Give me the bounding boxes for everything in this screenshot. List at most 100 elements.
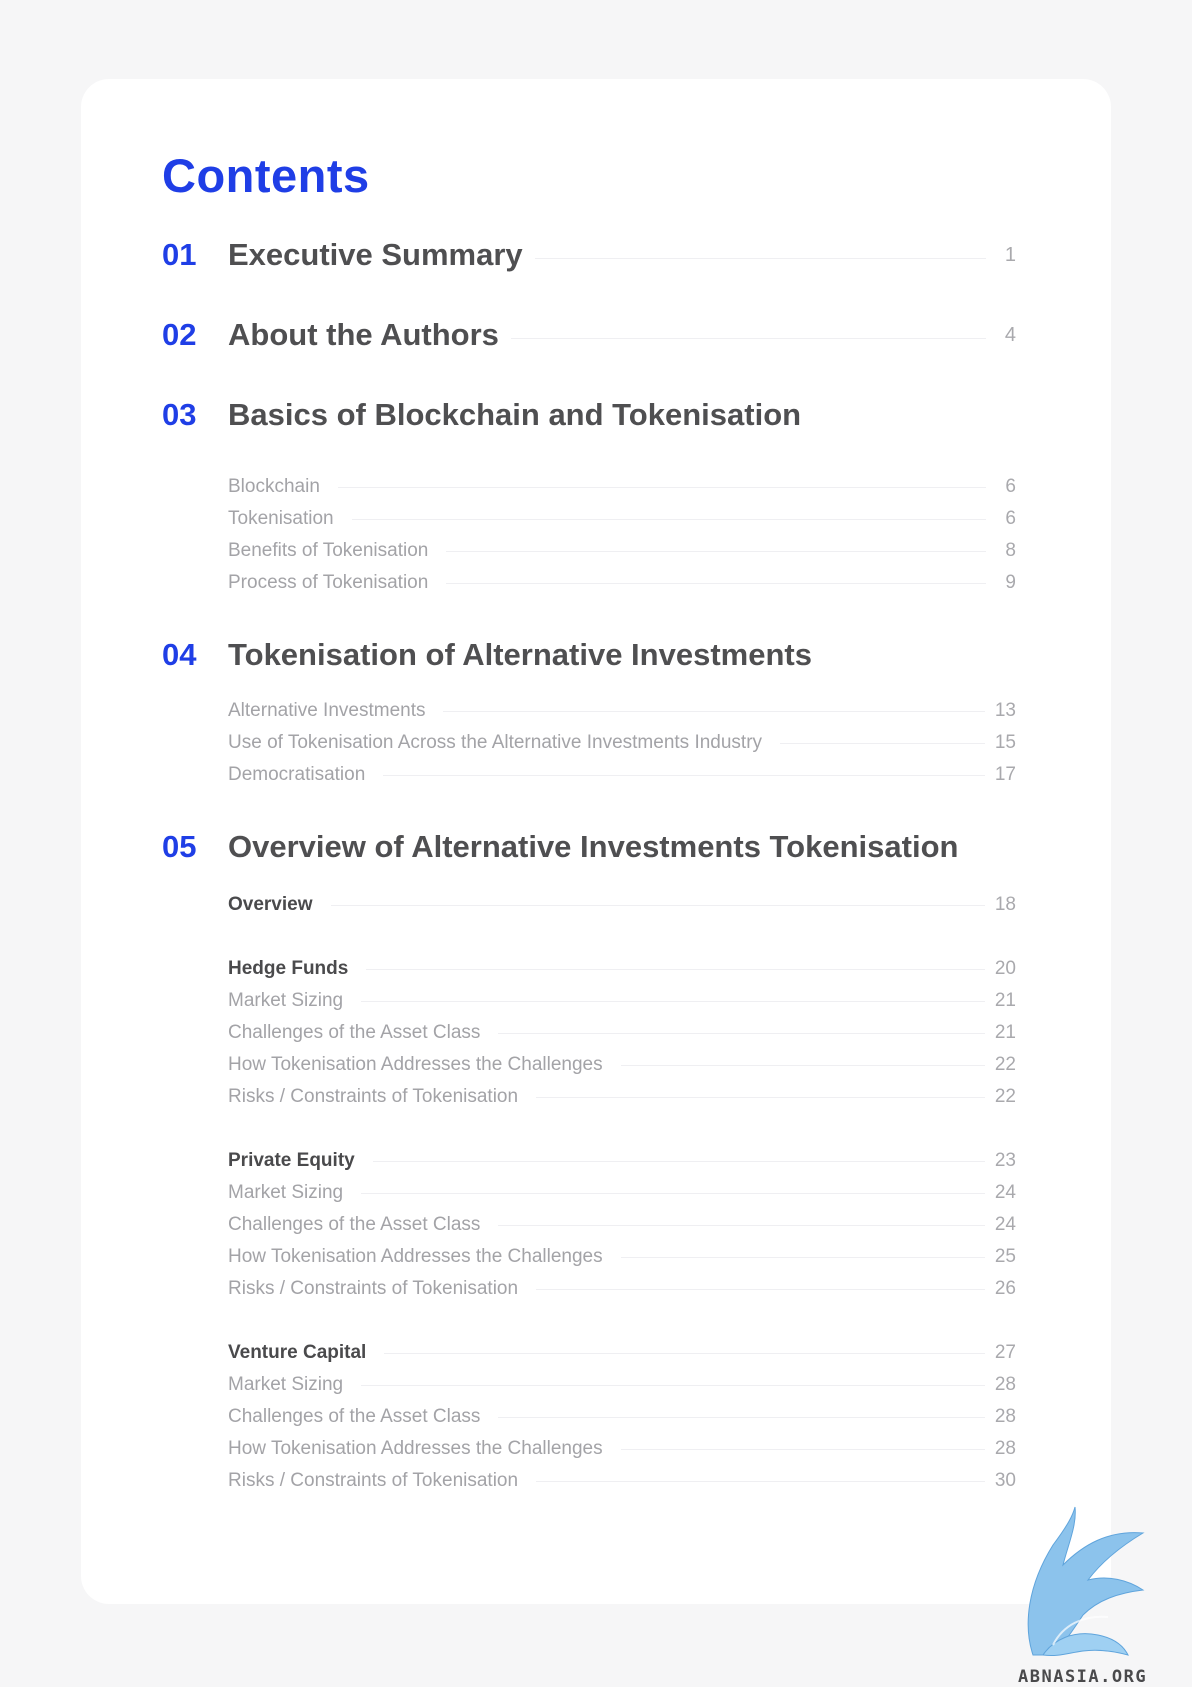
page-number: 24 (994, 1214, 1016, 1235)
toc-item[interactable]: Risks / Constraints of Tokenisation 22 (228, 1085, 1016, 1109)
toc-item-label: Process of Tokenisation (228, 572, 429, 593)
toc-item[interactable]: Market Sizing 28 (228, 1373, 1016, 1397)
toc-section-about-the-authors[interactable]: About the Authors 4 (228, 315, 1016, 355)
page-number: 8 (1005, 540, 1016, 561)
page-number: 13 (994, 700, 1016, 721)
section-number-03: 03 (162, 397, 197, 432)
toc-group-label: Venture Capital (228, 1342, 367, 1363)
toc-item-label: Democratisation (228, 764, 366, 785)
dotted-leader (536, 1288, 985, 1290)
page-number: 17 (994, 764, 1016, 785)
toc-group-heading[interactable]: Hedge Funds 20 (228, 957, 1016, 981)
dotted-leader (361, 1000, 985, 1002)
dotted-leader (620, 1256, 985, 1258)
toc-item-label: Benefits of Tokenisation (228, 540, 429, 561)
toc-group-heading[interactable]: Overview 18 (228, 893, 1016, 917)
toc-item[interactable]: Process of Tokenisation 9 (228, 571, 1016, 595)
toc-item[interactable]: Challenges of the Asset Class 28 (228, 1405, 1016, 1429)
section-title: About the Authors (228, 317, 499, 352)
toc-item[interactable]: Risks / Constraints of Tokenisation 30 (228, 1469, 1016, 1493)
page-number: 6 (1005, 476, 1016, 497)
page-number: 28 (994, 1374, 1016, 1395)
toc-section-overview-alt-investments[interactable]: Overview of Alternative Investments Toke… (228, 827, 1016, 867)
dotted-leader (366, 968, 985, 970)
toc-group-heading[interactable]: Private Equity 23 (228, 1149, 1016, 1173)
section-title: Tokenisation of Alternative Investments (228, 637, 812, 672)
toc-item-label: Market Sizing (228, 1374, 344, 1395)
section-number-05: 05 (162, 829, 197, 864)
toc-section-basics[interactable]: Basics of Blockchain and Tokenisation (228, 395, 1016, 435)
section-title: Basics of Blockchain and Tokenisation (228, 397, 802, 432)
toc-item[interactable]: Blockchain 6 (228, 475, 1016, 499)
toc-item-label: Use of Tokenisation Across the Alternati… (228, 732, 763, 753)
toc-item-label: How Tokenisation Addresses the Challenge… (228, 1438, 603, 1459)
page-number: 21 (994, 990, 1016, 1011)
page-number: 20 (994, 958, 1016, 979)
dotted-leader (498, 1032, 985, 1034)
toc-item[interactable]: How Tokenisation Addresses the Challenge… (228, 1437, 1016, 1461)
page-number: 6 (1005, 508, 1016, 529)
toc-section-executive-summary[interactable]: Executive Summary 1 (228, 235, 1016, 275)
toc-item-label: Risks / Constraints of Tokenisation (228, 1278, 519, 1299)
dotted-leader (446, 582, 986, 584)
toc-item[interactable]: Market Sizing 21 (228, 989, 1016, 1013)
dotted-leader (498, 1416, 985, 1418)
toc-item-label: Risks / Constraints of Tokenisation (228, 1086, 519, 1107)
toc-item[interactable]: How Tokenisation Addresses the Challenge… (228, 1245, 1016, 1269)
page-number: 25 (994, 1246, 1016, 1267)
dotted-leader (620, 1448, 985, 1450)
toc-item-label: Alternative Investments (228, 700, 426, 721)
page-number: 26 (994, 1278, 1016, 1299)
page-number: 27 (994, 1342, 1016, 1363)
page-number: 1 (1004, 243, 1016, 266)
toc-item-label: Risks / Constraints of Tokenisation (228, 1470, 519, 1491)
page-number: 30 (994, 1470, 1016, 1491)
toc-item[interactable]: Challenges of the Asset Class 24 (228, 1213, 1016, 1237)
dotted-leader (534, 257, 986, 259)
page-number: 23 (994, 1150, 1016, 1171)
toc-item[interactable]: How Tokenisation Addresses the Challenge… (228, 1053, 1016, 1077)
dotted-leader (330, 904, 985, 906)
page-number: 22 (994, 1054, 1016, 1075)
page-number: 28 (994, 1438, 1016, 1459)
toc-item-label: Tokenisation (228, 508, 334, 529)
toc-item[interactable]: Use of Tokenisation Across the Alternati… (228, 731, 1016, 755)
page-number: 22 (994, 1086, 1016, 1107)
toc-group-heading[interactable]: Venture Capital 27 (228, 1341, 1016, 1365)
toc-item[interactable]: Challenges of the Asset Class 21 (228, 1021, 1016, 1045)
toc-group-label: Private Equity (228, 1150, 355, 1171)
toc-item-label: Challenges of the Asset Class (228, 1406, 481, 1427)
toc-section-tokenisation-alt-investments[interactable]: Tokenisation of Alternative Investments (228, 635, 1016, 675)
page-number: 9 (1005, 572, 1016, 593)
page-number: 28 (994, 1406, 1016, 1427)
section-number-02: 02 (162, 317, 197, 352)
toc-item[interactable]: Tokenisation 6 (228, 507, 1016, 531)
toc-group-label: Hedge Funds (228, 958, 349, 979)
toc-item-label: Market Sizing (228, 1182, 344, 1203)
toc-item-label: Market Sizing (228, 990, 344, 1011)
dotted-leader (620, 1064, 985, 1066)
dotted-leader (780, 742, 985, 744)
toc-item-label: Challenges of the Asset Class (228, 1022, 481, 1043)
page-number: 15 (994, 732, 1016, 753)
toc-item[interactable]: Democratisation 17 (228, 763, 1016, 787)
dotted-leader (510, 337, 986, 339)
page-number: 24 (994, 1182, 1016, 1203)
page-title: Contents (162, 149, 370, 202)
section-title: Overview of Alternative Investments Toke… (228, 829, 959, 864)
page-number: 4 (1004, 323, 1016, 346)
watermark-text: ABNASIA.ORG (1018, 1667, 1148, 1687)
page-number: 18 (994, 894, 1016, 915)
toc-item[interactable]: Risks / Constraints of Tokenisation 26 (228, 1277, 1016, 1301)
dotted-leader (536, 1096, 985, 1098)
toc-item-label: Blockchain (228, 476, 320, 497)
toc-group-label: Overview (228, 894, 313, 915)
dotted-leader (443, 710, 985, 712)
toc-item[interactable]: Market Sizing 24 (228, 1181, 1016, 1205)
dotted-leader (383, 774, 985, 776)
toc-item[interactable]: Alternative Investments 13 (228, 699, 1016, 723)
toc-item[interactable]: Benefits of Tokenisation 8 (228, 539, 1016, 563)
toc-item-label: How Tokenisation Addresses the Challenge… (228, 1246, 603, 1267)
section-number-01: 01 (162, 237, 197, 272)
dotted-leader (361, 1384, 985, 1386)
